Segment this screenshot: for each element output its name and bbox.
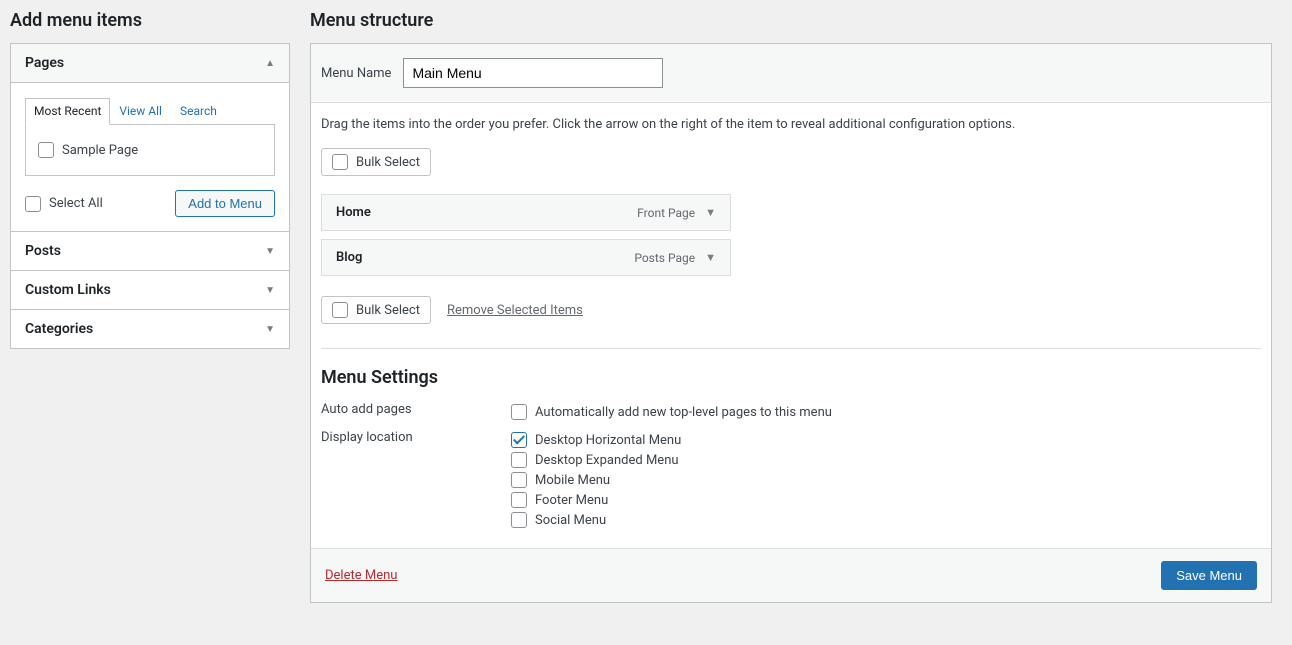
auto-add-pages-checkbox[interactable] [511,404,527,420]
divider [321,348,1261,349]
chevron-down-icon[interactable]: ▼ [705,206,716,219]
menu-item-title: Blog [336,250,362,265]
auto-add-pages-label: Auto add pages [321,402,511,422]
bulk-select-bottom[interactable]: Bulk Select [321,296,431,324]
chevron-up-icon: ▲ [265,58,275,69]
location-footer[interactable]: Footer Menu [511,490,1261,510]
auto-add-pages-text: Automatically add new top-level pages to… [535,405,832,420]
menu-footer: Delete Menu Save Menu [311,548,1271,602]
bulk-select-checkbox-top[interactable] [332,154,348,170]
accordion-custom-links-label: Custom Links [25,282,111,298]
location-mobile[interactable]: Mobile Menu [511,470,1261,490]
display-location-options: Desktop Horizontal Menu Desktop Expanded… [511,430,1261,530]
location-label-2: Mobile Menu [535,473,610,488]
select-all-label: Select All [49,196,103,211]
add-menu-items-heading: Add menu items [10,10,290,31]
menu-name-label: Menu Name [321,66,391,81]
select-all-checkbox[interactable] [25,196,41,212]
bulk-select-label: Bulk Select [356,155,420,170]
menu-frame: Menu Name Drag the items into the order … [310,43,1272,603]
remove-selected-link: Remove Selected Items [447,303,583,318]
menu-item-type: Front Page [637,206,695,220]
location-checkbox-1[interactable] [511,452,527,468]
accordion-pages-header[interactable]: Pages ▲ [11,44,289,83]
location-checkbox-4[interactable] [511,512,527,528]
tab-search[interactable]: Search [171,98,226,125]
menu-settings: Menu Settings Auto add pages Automatical… [321,367,1261,530]
menu-item-title: Home [336,205,371,220]
location-checkbox-3[interactable] [511,492,527,508]
display-location-label: Display location [321,430,511,530]
bulk-select-label-bottom: Bulk Select [356,303,420,318]
auto-add-pages-option[interactable]: Automatically add new top-level pages to… [511,402,1261,422]
menu-settings-heading: Menu Settings [321,367,1261,388]
accordion-posts-label: Posts [25,243,61,259]
menu-header: Menu Name [311,44,1271,103]
location-label-1: Desktop Expanded Menu [535,453,679,468]
accordion-posts-header[interactable]: Posts ▼ [11,232,289,271]
delete-menu-link[interactable]: Delete Menu [325,568,397,583]
save-menu-button[interactable]: Save Menu [1161,561,1257,590]
location-label-4: Social Menu [535,513,606,528]
accordion-categories-label: Categories [25,321,93,337]
accordion-pages-body: Most Recent View All Search Sample Page … [11,83,289,232]
instructions-text: Drag the items into the order you prefer… [321,117,1261,132]
accordion-custom-links-header[interactable]: Custom Links ▼ [11,271,289,310]
bulk-select-top[interactable]: Bulk Select [321,148,431,176]
select-all-row[interactable]: Select All [25,196,103,212]
bulk-select-checkbox-bottom[interactable] [332,302,348,318]
chevron-down-icon: ▼ [265,324,275,335]
menu-item-blog[interactable]: Blog Posts Page ▼ [321,239,731,276]
chevron-down-icon: ▼ [265,285,275,296]
add-to-menu-button[interactable]: Add to Menu [175,190,275,217]
menu-name-input[interactable] [403,58,663,88]
location-label-0: Desktop Horizontal Menu [535,433,681,448]
page-item-sample-page[interactable]: Sample Page [38,137,262,163]
page-item-label: Sample Page [62,143,138,158]
accordion-pages-label: Pages [25,55,64,71]
menu-item-type: Posts Page [634,251,695,265]
location-social[interactable]: Social Menu [511,510,1261,530]
location-desktop-expanded[interactable]: Desktop Expanded Menu [511,450,1261,470]
page-item-checkbox[interactable] [38,142,54,158]
accordion: Pages ▲ Most Recent View All Search Samp… [10,43,290,349]
location-checkbox-2[interactable] [511,472,527,488]
menu-items-list: Home Front Page ▼ Blog Posts Page ▼ [321,194,1261,276]
pages-tab-content: Sample Page [25,124,275,176]
accordion-categories-header[interactable]: Categories ▼ [11,310,289,348]
location-checkbox-0[interactable] [511,432,527,448]
location-desktop-horizontal[interactable]: Desktop Horizontal Menu [511,430,1261,450]
tab-most-recent[interactable]: Most Recent [25,98,110,125]
tab-view-all[interactable]: View All [110,98,171,125]
menu-structure-heading: Menu structure [310,10,1272,31]
menu-item-home[interactable]: Home Front Page ▼ [321,194,731,231]
chevron-down-icon[interactable]: ▼ [705,251,716,264]
location-label-3: Footer Menu [535,493,608,508]
pages-tab-row: Most Recent View All Search [25,97,275,124]
chevron-down-icon: ▼ [265,246,275,257]
